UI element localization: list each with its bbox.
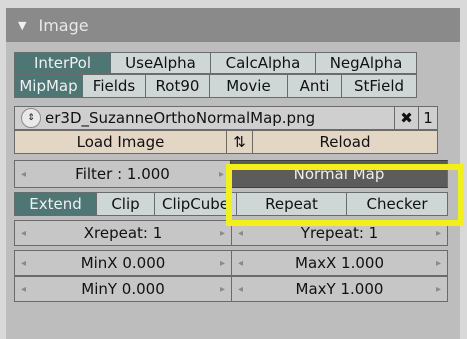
checker-option[interactable]: Checker [346, 192, 448, 216]
filter-row: ◂ Filter : 1.000 ▸ Normal Map [14, 160, 448, 188]
minx-value: MinX 0.000 [80, 254, 166, 272]
filter-value: Filter : 1.000 [75, 165, 170, 183]
image-file-row: ⇕ er3D_SuzanneOrthoNormalMap.png ✖ 1 [14, 106, 438, 130]
toggle-row-2: MipMap Fields Rot90 Movie Anti StField [14, 74, 417, 98]
usealpha-toggle[interactable]: UseAlpha [110, 52, 210, 74]
increase-arrow-icon[interactable]: ▸ [436, 228, 441, 239]
xrepeat-slider[interactable]: ◂ Xrepeat: 1 ▸ [14, 220, 231, 246]
yrepeat-slider[interactable]: ◂ Yrepeat: 1 ▸ [231, 220, 448, 246]
toggle-row-1: InterPol UseAlpha CalcAlpha NegAlpha [14, 52, 417, 74]
minx-slider[interactable]: ◂ MinX 0.000 ▸ [14, 250, 231, 276]
reload-button[interactable]: Reload [252, 130, 438, 154]
normal-map-toggle[interactable]: Normal Map [230, 160, 448, 188]
image-filename: er3D_SuzanneOrthoNormalMap.png [45, 109, 316, 127]
collapse-triangle-icon[interactable]: ▼ [18, 19, 26, 32]
increase-arrow-icon[interactable]: ▸ [220, 258, 225, 269]
filter-slider[interactable]: ◂ Filter : 1.000 ▸ [14, 160, 230, 188]
load-image-button[interactable]: Load Image [14, 130, 226, 154]
pack-image-icon[interactable]: ⇅ [226, 130, 252, 154]
extend-mode-row: Extend Clip ClipCube Repeat Checker [14, 192, 448, 216]
calcalpha-toggle[interactable]: CalcAlpha [210, 52, 315, 74]
clear-image-icon[interactable]: ✖ [394, 106, 418, 130]
panel-header[interactable]: ▼ Image [6, 8, 460, 42]
interpol-toggle[interactable]: InterPol [14, 52, 110, 74]
xrepeat-value: Xrepeat: 1 [83, 224, 163, 242]
anti-toggle[interactable]: Anti [287, 74, 341, 98]
increase-arrow-icon[interactable]: ▸ [436, 284, 441, 295]
maxx-slider[interactable]: ◂ MaxX 1.000 ▸ [231, 250, 448, 276]
min-max-x-row: ◂ MinX 0.000 ▸ ◂ MaxX 1.000 ▸ [14, 250, 448, 276]
increase-arrow-icon[interactable]: ▸ [220, 284, 225, 295]
increase-arrow-icon[interactable]: ▸ [436, 258, 441, 269]
image-file-field[interactable]: ⇕ er3D_SuzanneOrthoNormalMap.png [14, 106, 394, 130]
extend-option[interactable]: Extend [14, 192, 96, 216]
maxy-slider[interactable]: ◂ MaxY 1.000 ▸ [231, 276, 448, 302]
miny-slider[interactable]: ◂ MinY 0.000 ▸ [14, 276, 231, 302]
miny-value: MinY 0.000 [81, 280, 165, 298]
image-browse-icon[interactable]: ⇕ [21, 108, 41, 128]
negalpha-toggle[interactable]: NegAlpha [315, 52, 417, 74]
min-max-y-row: ◂ MinY 0.000 ▸ ◂ MaxY 1.000 ▸ [14, 276, 448, 302]
yrepeat-value: Yrepeat: 1 [300, 224, 379, 242]
load-row: Load Image ⇅ Reload [14, 130, 438, 154]
increase-arrow-icon[interactable]: ▸ [220, 228, 225, 239]
mipmap-toggle[interactable]: MipMap [14, 74, 82, 98]
repeat-option[interactable]: Repeat [236, 192, 346, 216]
fields-toggle[interactable]: Fields [82, 74, 145, 98]
image-users-count: 1 [418, 106, 438, 130]
clipcube-option[interactable]: ClipCube [154, 192, 236, 216]
maxy-value: MaxY 1.000 [295, 280, 384, 298]
image-panel: InterPol UseAlpha CalcAlpha NegAlpha Mip… [6, 42, 460, 339]
movie-toggle[interactable]: Movie [209, 74, 287, 98]
stfield-toggle[interactable]: StField [341, 74, 417, 98]
clip-option[interactable]: Clip [96, 192, 154, 216]
maxx-value: MaxX 1.000 [295, 254, 384, 272]
panel-title: Image [38, 15, 89, 35]
rot90-toggle[interactable]: Rot90 [145, 74, 209, 98]
increase-arrow-icon[interactable]: ▸ [219, 169, 224, 180]
repeat-row: ◂ Xrepeat: 1 ▸ ◂ Yrepeat: 1 ▸ [14, 220, 448, 246]
